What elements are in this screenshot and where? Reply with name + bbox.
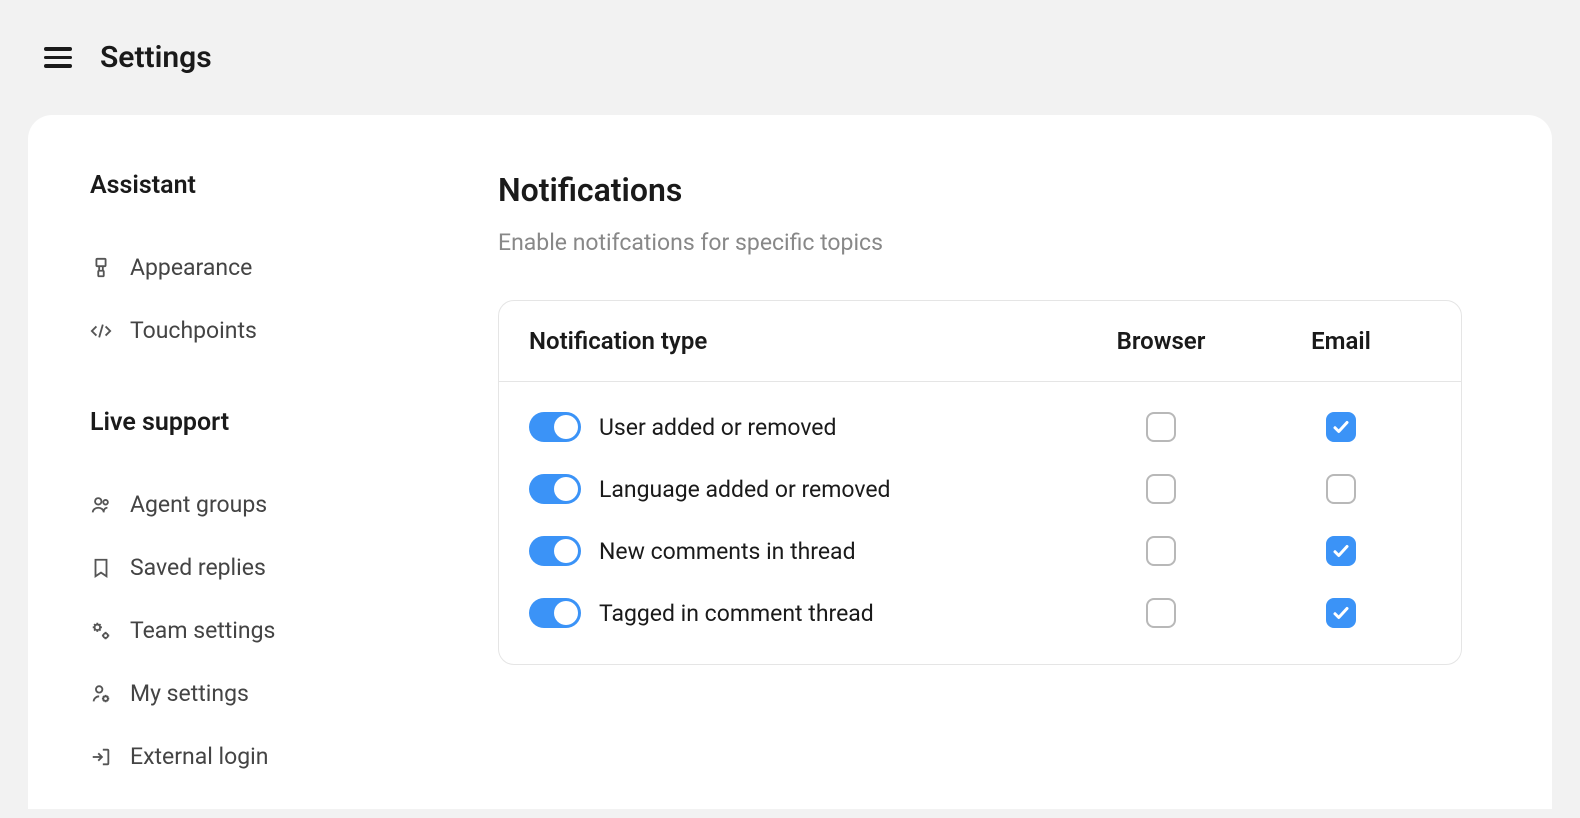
sidebar-section-assistant: Assistant Appearance bbox=[90, 171, 498, 362]
sidebar-item-label: Team settings bbox=[130, 617, 275, 644]
email-column bbox=[1251, 536, 1431, 566]
sidebar-item-team-settings[interactable]: Team settings bbox=[90, 599, 498, 662]
sidebar-item-label: Agent groups bbox=[130, 491, 267, 518]
notification-label: New comments in thread bbox=[599, 538, 856, 565]
topbar: Settings bbox=[0, 0, 1580, 115]
browser-column bbox=[1071, 474, 1251, 504]
browser-checkbox[interactable] bbox=[1146, 598, 1176, 628]
browser-column bbox=[1071, 412, 1251, 442]
sidebar-item-appearance[interactable]: Appearance bbox=[90, 236, 498, 299]
email-column bbox=[1251, 598, 1431, 628]
email-checkbox[interactable] bbox=[1326, 474, 1356, 504]
sidebar-item-label: External login bbox=[130, 743, 268, 770]
table-header: Notification type Browser Email bbox=[499, 301, 1461, 382]
sidebar-section-title: Assistant bbox=[90, 171, 498, 200]
table-row: New comments in thread bbox=[529, 520, 1431, 582]
email-checkbox[interactable] bbox=[1326, 536, 1356, 566]
table-row: Language added or removed bbox=[529, 458, 1431, 520]
sidebar-item-label: Saved replies bbox=[130, 554, 266, 581]
notifications-table: Notification type Browser Email User add… bbox=[498, 300, 1462, 665]
notification-toggle[interactable] bbox=[529, 412, 581, 442]
page-title: Settings bbox=[100, 40, 212, 75]
notification-toggle[interactable] bbox=[529, 474, 581, 504]
email-column bbox=[1251, 412, 1431, 442]
browser-column bbox=[1071, 598, 1251, 628]
browser-checkbox[interactable] bbox=[1146, 412, 1176, 442]
sidebar-item-label: Touchpoints bbox=[130, 317, 257, 344]
sidebar-item-saved-replies[interactable]: Saved replies bbox=[90, 536, 498, 599]
gears-icon bbox=[90, 620, 112, 642]
browser-checkbox[interactable] bbox=[1146, 474, 1176, 504]
person-gear-icon bbox=[90, 683, 112, 705]
table-row-main: User added or removed bbox=[529, 412, 1071, 442]
content-subtitle: Enable notifcations for specific topics bbox=[498, 229, 1462, 256]
email-checkbox[interactable] bbox=[1326, 598, 1356, 628]
notification-toggle[interactable] bbox=[529, 536, 581, 566]
email-column bbox=[1251, 474, 1431, 504]
content: Notifications Enable notifcations for sp… bbox=[498, 171, 1552, 809]
sidebar-item-label: My settings bbox=[130, 680, 249, 707]
sidebar-item-agent-groups[interactable]: Agent groups bbox=[90, 473, 498, 536]
table-header-browser: Browser bbox=[1071, 327, 1251, 355]
table-row-main: Language added or removed bbox=[529, 474, 1071, 504]
table-row: User added or removed bbox=[529, 396, 1431, 458]
browser-column bbox=[1071, 536, 1251, 566]
people-icon bbox=[90, 494, 112, 516]
notification-label: Language added or removed bbox=[599, 476, 891, 503]
sidebar-item-external-login[interactable]: External login bbox=[90, 725, 498, 788]
notification-toggle[interactable] bbox=[529, 598, 581, 628]
table-header-email: Email bbox=[1251, 327, 1431, 355]
code-icon bbox=[90, 320, 112, 342]
notification-label: Tagged in comment thread bbox=[599, 600, 874, 627]
main-card: Assistant Appearance bbox=[28, 115, 1552, 809]
notification-label: User added or removed bbox=[599, 414, 836, 441]
menu-icon[interactable] bbox=[40, 43, 76, 72]
sidebar-item-my-settings[interactable]: My settings bbox=[90, 662, 498, 725]
table-header-type: Notification type bbox=[529, 327, 1071, 355]
content-title: Notifications bbox=[498, 171, 1462, 209]
paintbrush-icon bbox=[90, 257, 112, 279]
sidebar-item-touchpoints[interactable]: Touchpoints bbox=[90, 299, 498, 362]
browser-checkbox[interactable] bbox=[1146, 536, 1176, 566]
sidebar: Assistant Appearance bbox=[28, 171, 498, 809]
sidebar-section-title: Live support bbox=[90, 408, 498, 437]
sidebar-item-label: Appearance bbox=[130, 254, 252, 281]
table-body: User added or removed Language added or r… bbox=[499, 382, 1461, 664]
bookmark-icon bbox=[90, 557, 112, 579]
sidebar-section-live-support: Live support Agent groups bbox=[90, 408, 498, 788]
table-row-main: Tagged in comment thread bbox=[529, 598, 1071, 628]
email-checkbox[interactable] bbox=[1326, 412, 1356, 442]
table-row-main: New comments in thread bbox=[529, 536, 1071, 566]
login-icon bbox=[90, 746, 112, 768]
table-row: Tagged in comment thread bbox=[529, 582, 1431, 644]
